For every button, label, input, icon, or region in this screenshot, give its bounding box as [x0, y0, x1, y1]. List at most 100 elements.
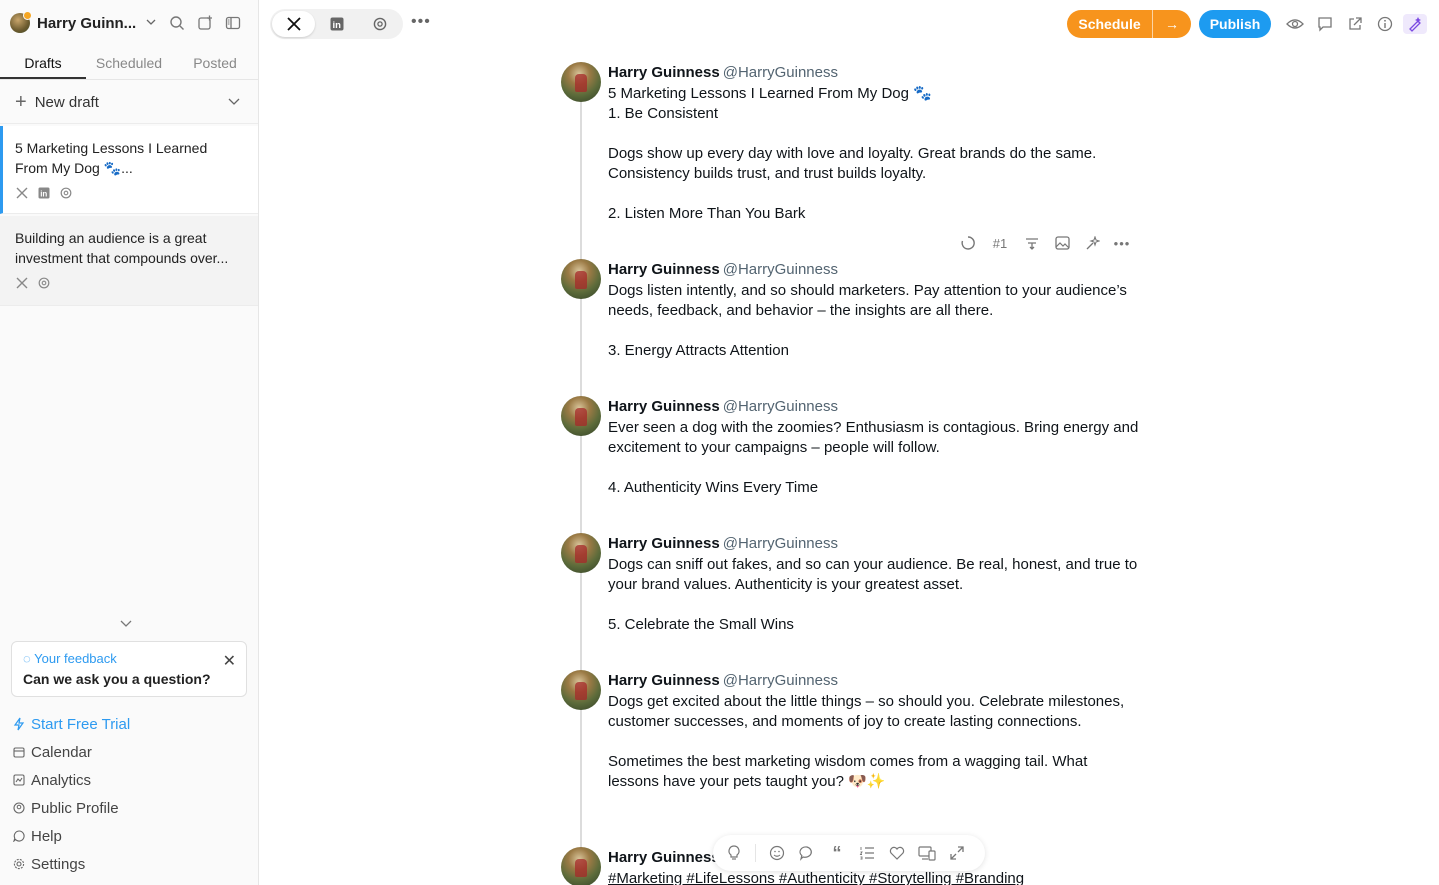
- emoji-icon[interactable]: [768, 844, 786, 862]
- devices-icon[interactable]: [918, 844, 936, 862]
- info-icon[interactable]: [1376, 14, 1394, 34]
- threads-icon: [37, 276, 51, 290]
- sidebar-item-start-free-trial[interactable]: Start Free Trial: [12, 710, 130, 738]
- comment-bubble-icon[interactable]: [798, 844, 816, 862]
- post-text[interactable]: 5 Marketing Lessons I Learned From My Do…: [608, 84, 1140, 224]
- author-name: Harry Guinness: [608, 64, 720, 81]
- author-handle: @HarryGuinness: [722, 398, 838, 415]
- draft-item[interactable]: 5 Marketing Lessons I Learned From My Do…: [0, 126, 258, 214]
- heart-icon[interactable]: [888, 844, 906, 862]
- schedule-button[interactable]: Schedule →: [1067, 10, 1191, 38]
- thread-post[interactable]: Harry Guinness @HarryGuinness Ever seen a…: [560, 396, 1140, 498]
- post-text[interactable]: Dogs can sniff out fakes, and so can you…: [608, 555, 1140, 635]
- sidebar-item-label: Calendar: [31, 743, 92, 761]
- loading-spinner-icon: [960, 233, 976, 253]
- sidebar-item-label: Start Free Trial: [31, 715, 131, 733]
- draft-item[interactable]: Building an audience is a great investme…: [0, 216, 258, 306]
- ai-sparkle-icon[interactable]: [1084, 233, 1100, 253]
- author-name: Harry Guinness: [608, 849, 720, 866]
- tab-posted[interactable]: Posted: [172, 52, 258, 79]
- avatar: [561, 259, 601, 299]
- author-name: Harry Guinness: [608, 398, 720, 415]
- sidebar-item-settings[interactable]: Settings: [12, 850, 130, 878]
- split-icon[interactable]: [1024, 233, 1040, 253]
- post-text[interactable]: Dogs get excited about the little things…: [608, 692, 1140, 792]
- post-text[interactable]: Ever seen a dog with the zoomies? Enthus…: [608, 418, 1140, 498]
- sidebar-item-label: Analytics: [31, 771, 92, 789]
- sidebar: Harry Guinn... Drafts Scheduled Posted +…: [0, 0, 259, 885]
- feedback-question: Can we ask you a question?: [23, 671, 211, 687]
- post-text[interactable]: Dogs listen intently, and so should mark…: [608, 281, 1140, 361]
- threads-icon: [59, 186, 73, 200]
- account-name: Harry Guinn...: [37, 14, 137, 32]
- plus-icon: +: [15, 91, 27, 113]
- feedback-title: Your feedback: [34, 651, 117, 666]
- platform-switcher: in: [270, 9, 403, 39]
- new-draft-label: New draft: [34, 94, 99, 111]
- image-icon[interactable]: [1054, 233, 1070, 253]
- avatar: [10, 11, 32, 33]
- external-link-icon[interactable]: [1346, 14, 1364, 34]
- avatar: [561, 847, 601, 885]
- feedback-card[interactable]: ◌ Your feedback Can we ask you a questio…: [11, 641, 247, 697]
- sidebar-item-analytics[interactable]: Analytics: [12, 766, 130, 794]
- author-handle: @HarryGuinness: [722, 64, 838, 81]
- thread-post[interactable]: Harry Guinness @HarryGuinness Dogs can sn…: [560, 533, 1140, 635]
- divider: [755, 844, 756, 862]
- sidebar-item-calendar[interactable]: Calendar: [12, 738, 130, 766]
- schedule-label: Schedule: [1067, 10, 1153, 38]
- platform-x-tab[interactable]: [272, 11, 315, 37]
- avatar: [561, 62, 601, 102]
- comment-icon[interactable]: [1316, 14, 1334, 34]
- platform-threads-tab[interactable]: [358, 11, 401, 37]
- new-post-icon[interactable]: [196, 14, 214, 32]
- editor-toolbar: “: [713, 835, 985, 871]
- help-chat-icon: [12, 830, 26, 842]
- sidebar-item-help[interactable]: Help: [12, 822, 130, 850]
- thread-post[interactable]: Harry Guinness @HarryGuinness Dogs listen…: [560, 259, 1140, 361]
- author-handle: @HarryGuinness: [722, 535, 838, 552]
- ai-writer-icon[interactable]: [1403, 14, 1427, 34]
- numbered-list-icon[interactable]: [858, 844, 876, 862]
- more-options-icon[interactable]: •••: [1114, 233, 1130, 253]
- chevron-down-icon[interactable]: [228, 95, 240, 110]
- draft-preview: 5 Marketing Lessons I Learned From My Do…: [15, 140, 208, 176]
- threads-icon: [373, 17, 386, 31]
- post-hashtags[interactable]: #Marketing #LifeLessons #Authenticity #S…: [608, 869, 1140, 885]
- svg-text:in: in: [332, 20, 341, 31]
- draft-tabs: Drafts Scheduled Posted: [0, 52, 258, 80]
- close-icon[interactable]: ✕: [223, 651, 236, 671]
- tab-drafts[interactable]: Drafts: [0, 52, 86, 79]
- sidebar-menu: Start Free Trial Calendar Analytics Publ…: [12, 710, 130, 878]
- author-name: Harry Guinness: [608, 535, 720, 552]
- schedule-arrow-icon[interactable]: →: [1153, 10, 1191, 38]
- publish-button[interactable]: Publish: [1199, 10, 1271, 38]
- sidebar-item-public-profile[interactable]: Public Profile: [12, 794, 130, 822]
- draft-preview: Building an audience is a great investme…: [15, 230, 229, 266]
- quote-icon[interactable]: “: [828, 843, 846, 863]
- profile-icon: [12, 802, 26, 814]
- lightbulb-icon[interactable]: [725, 844, 743, 862]
- linkedin-icon: in: [330, 17, 343, 31]
- sidebar-toggle-icon[interactable]: [224, 14, 242, 32]
- preview-eye-icon[interactable]: [1286, 14, 1304, 34]
- x-icon: [286, 17, 301, 31]
- x-icon: [15, 186, 29, 200]
- tab-scheduled[interactable]: Scheduled: [86, 52, 172, 79]
- account-switcher[interactable]: Harry Guinn...: [10, 11, 156, 34]
- expand-icon[interactable]: [948, 844, 966, 862]
- thread-post[interactable]: Harry Guinness @HarryGuinness 5 Marketing…: [560, 62, 1140, 224]
- platform-linkedin-tab[interactable]: in: [315, 11, 358, 37]
- author-name: Harry Guinness: [608, 672, 720, 689]
- sidebar-item-label: Help: [31, 827, 62, 845]
- post-toolbar: #1 •••: [960, 233, 1130, 253]
- author-name: Harry Guinness: [608, 261, 720, 278]
- chat-bubble-icon: ◌: [23, 651, 31, 666]
- new-draft-button[interactable]: + New draft: [0, 82, 258, 124]
- linkedin-icon: in: [37, 186, 51, 200]
- thread-post[interactable]: Harry Guinness @HarryGuinness Dogs get ex…: [560, 670, 1140, 792]
- gear-icon: [12, 858, 26, 870]
- collapse-chevron-icon[interactable]: [120, 617, 132, 631]
- search-icon[interactable]: [168, 14, 186, 32]
- more-options-icon[interactable]: •••: [411, 13, 431, 31]
